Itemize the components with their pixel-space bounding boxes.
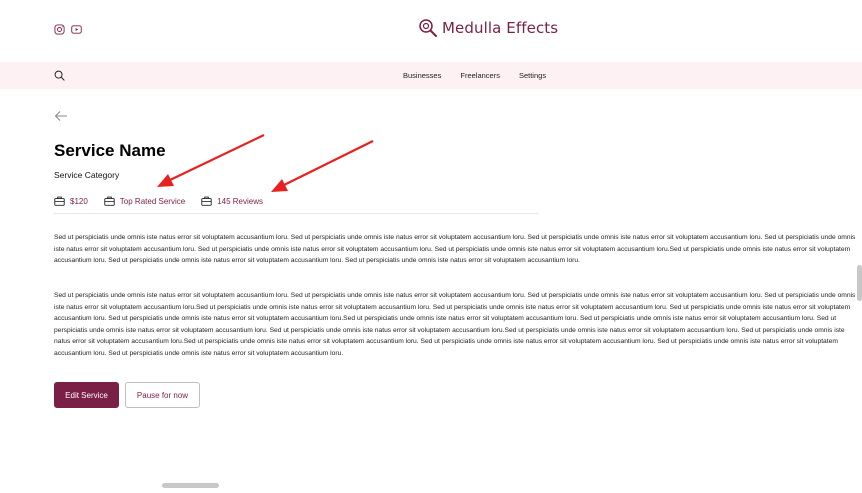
pause-service-button[interactable]: Pause for now bbox=[125, 382, 200, 408]
brand[interactable]: Medulla Effects bbox=[418, 18, 558, 38]
edit-service-button[interactable]: Edit Service bbox=[54, 382, 119, 408]
instagram-icon[interactable] bbox=[54, 24, 65, 35]
price-meta: $120 bbox=[54, 196, 88, 206]
nav-link-settings[interactable]: Settings bbox=[519, 71, 546, 80]
briefcase-icon bbox=[201, 196, 212, 206]
service-meta: $120 Top Rated Service 145 Reviews bbox=[54, 196, 263, 206]
nav-link-freelancers[interactable]: Freelancers bbox=[460, 71, 500, 80]
briefcase-icon bbox=[104, 196, 115, 206]
nav-links: Businesses Freelancers Settings bbox=[403, 71, 546, 80]
vertical-scrollbar[interactable] bbox=[857, 265, 862, 301]
reviews-meta[interactable]: 145 Reviews bbox=[201, 196, 263, 206]
search-icon[interactable] bbox=[54, 70, 65, 81]
nav-link-businesses[interactable]: Businesses bbox=[403, 71, 441, 80]
service-title: Service Name bbox=[54, 141, 166, 160]
brand-logo-icon bbox=[419, 19, 437, 37]
meta-divider bbox=[54, 213, 538, 214]
service-category: Service Category bbox=[54, 170, 120, 180]
youtube-icon[interactable] bbox=[71, 24, 82, 35]
description-paragraph-1: Sed ut perspiciatis unde omnis iste natu… bbox=[54, 234, 856, 264]
price-label: $120 bbox=[70, 196, 88, 206]
annotation-arrow-reviews bbox=[271, 140, 374, 192]
social-links bbox=[54, 24, 82, 35]
briefcase-icon bbox=[54, 196, 65, 206]
reviews-label[interactable]: 145 Reviews bbox=[217, 197, 263, 206]
back-arrow-icon[interactable] bbox=[54, 110, 68, 122]
description-paragraph-2: Sed ut perspiciatis unde omnis iste natu… bbox=[54, 292, 856, 357]
brand-name: Medulla Effects bbox=[442, 19, 559, 37]
top-header: Medulla Effects bbox=[0, 0, 862, 62]
horizontal-scrollbar[interactable] bbox=[162, 483, 219, 488]
annotation-arrow-top-rated bbox=[157, 134, 265, 187]
top-rated-meta: Top Rated Service bbox=[104, 196, 185, 206]
top-rated-label: Top Rated Service bbox=[119, 196, 186, 206]
nav-bar: Businesses Freelancers Settings bbox=[0, 62, 862, 89]
